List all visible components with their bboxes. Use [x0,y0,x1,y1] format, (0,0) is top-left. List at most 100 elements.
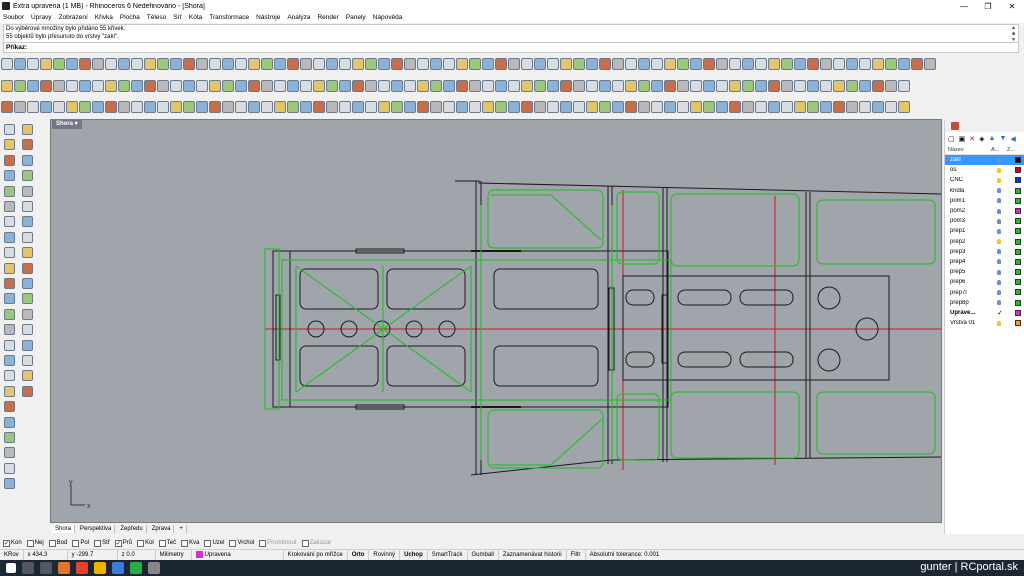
toolbar-tool-icon[interactable] [702,101,715,113]
left-tool-icon[interactable] [22,324,33,336]
toolbar-tool-icon[interactable] [715,58,728,70]
menu-nastroje[interactable]: Nástroje [256,14,280,21]
toolbar-tool-icon[interactable] [455,101,468,113]
toolbar-tool-icon[interactable] [169,101,182,113]
layer-color-swatch[interactable] [1015,197,1021,204]
toolbar-tool-icon[interactable] [91,80,104,92]
toolbar-tool-icon[interactable] [0,80,13,92]
left-tool-icon[interactable] [4,462,15,474]
toolbar-tool-icon[interactable] [182,58,195,70]
toolbar-tool-icon[interactable] [117,80,130,92]
osnap-uzel[interactable]: Uzel [204,539,224,547]
left-tool-icon[interactable] [4,447,15,459]
toolbar-tool-icon[interactable] [559,80,572,92]
lightbulb-icon[interactable] [997,290,1001,296]
toolbar-tool-icon[interactable] [845,58,858,70]
toolbar-tool-icon[interactable] [663,58,676,70]
toolbar-tool-icon[interactable] [0,101,13,113]
toolbar-tool-icon[interactable] [533,101,546,113]
new-layer-icon[interactable]: ▢ [948,135,955,143]
toolbar-tool-icon[interactable] [247,58,260,70]
toolbar-tool-icon[interactable] [897,101,910,113]
toolbar-tool-icon[interactable] [234,58,247,70]
toolbar-tool-icon[interactable] [234,80,247,92]
toolbar-tool-icon[interactable] [637,101,650,113]
toolbar-tool-icon[interactable] [520,101,533,113]
toolbar-tool-icon[interactable] [806,58,819,70]
toolbar-tool-icon[interactable] [26,80,39,92]
left-tool-icon[interactable] [22,139,33,151]
left-tool-icon[interactable] [4,154,15,166]
osnap-checkbox[interactable] [94,539,102,547]
layer-color-swatch[interactable] [1015,228,1021,235]
toolbar-tool-icon[interactable] [494,101,507,113]
left-tool-icon[interactable] [4,278,15,289]
osnap-bod[interactable]: Bod [48,539,67,547]
layer-row[interactable]: kridla [945,186,1024,196]
layer-row[interactable]: pom3 [945,216,1024,226]
toolbar-tool-icon[interactable] [468,58,481,70]
osnap-stř[interactable]: Stř [94,539,110,547]
toolbar-tool-icon[interactable] [195,80,208,92]
layer-row[interactable]: prep8p [945,298,1024,308]
task-view-icon[interactable] [40,562,52,574]
left-tool-icon[interactable] [22,355,33,366]
osnap-kol[interactable]: Kol [137,539,154,547]
osnap-checkbox[interactable] [158,539,166,547]
toolbar-tool-icon[interactable] [260,101,273,113]
search-icon[interactable] [22,562,34,574]
toolbar-tool-icon[interactable] [741,101,754,113]
toolbar-tool-icon[interactable] [130,58,143,70]
toolbar-tool-icon[interactable] [715,101,728,113]
lightbulb-icon[interactable] [997,177,1001,183]
toolbar-tool-icon[interactable] [676,58,689,70]
toolbar-tool-icon[interactable] [195,58,208,70]
left-tool-icon[interactable] [4,124,15,135]
toolbar-tool-icon[interactable] [923,58,936,70]
toolbar-tool-icon[interactable] [13,101,26,113]
toolbar-tool-icon[interactable] [741,58,754,70]
toolbar-tool-icon[interactable] [754,58,767,70]
toolbar-tool-icon[interactable] [416,58,429,70]
status-toggle[interactable]: Rovinný [369,550,401,560]
lightbulb-icon[interactable] [997,259,1001,265]
toolbar-tool-icon[interactable] [767,101,780,113]
toolbar-tool-icon[interactable] [624,101,637,113]
toolbar-tool-icon[interactable] [663,101,676,113]
lightbulb-icon[interactable] [997,167,1001,173]
toolbar-tool-icon[interactable] [221,58,234,70]
left-tool-icon[interactable] [4,293,15,305]
toolbar-tool-icon[interactable] [182,80,195,92]
toolbar-tool-icon[interactable] [429,80,442,92]
tab-perspektiva[interactable]: Perspektiva [77,525,116,533]
toolbar-tool-icon[interactable] [858,101,871,113]
chrome-icon[interactable] [76,562,88,574]
layer-color-swatch[interactable] [1015,289,1021,296]
toolbar-tool-icon[interactable] [650,101,663,113]
close-button[interactable]: ✕ [1000,0,1024,12]
toolbar-tool-icon[interactable] [832,58,845,70]
menu-upravy[interactable]: Úpravy [31,14,52,21]
lightbulb-icon[interactable] [997,320,1001,326]
rhino-taskbar-icon[interactable] [148,562,160,574]
toolbar-tool-icon[interactable] [637,80,650,92]
toolbar-tool-icon[interactable] [572,58,585,70]
toolbar-tool-icon[interactable] [507,101,520,113]
toolbar-tool-icon[interactable] [286,58,299,70]
toolbar-tool-icon[interactable] [832,101,845,113]
toolbar-tool-icon[interactable] [481,80,494,92]
lightbulb-icon[interactable] [997,239,1001,245]
left-tool-icon[interactable] [22,278,33,289]
toolbar-tool-icon[interactable] [780,101,793,113]
toolbar-tool-icon[interactable] [780,80,793,92]
toolbar-tool-icon[interactable] [702,80,715,92]
osnap-checkbox[interactable] [181,539,189,547]
drawing-canvas[interactable]: y x [51,120,942,523]
current-layer[interactable]: Upravena [192,550,284,560]
toolbar-tool-icon[interactable] [338,101,351,113]
layer-color-swatch[interactable] [1015,248,1021,255]
osnap-vrchol[interactable]: Vrchol [229,539,254,547]
lightbulb-icon[interactable] [997,300,1001,306]
move-down-icon[interactable]: ▼ [999,135,1006,142]
toolbar-tool-icon[interactable] [26,101,39,113]
